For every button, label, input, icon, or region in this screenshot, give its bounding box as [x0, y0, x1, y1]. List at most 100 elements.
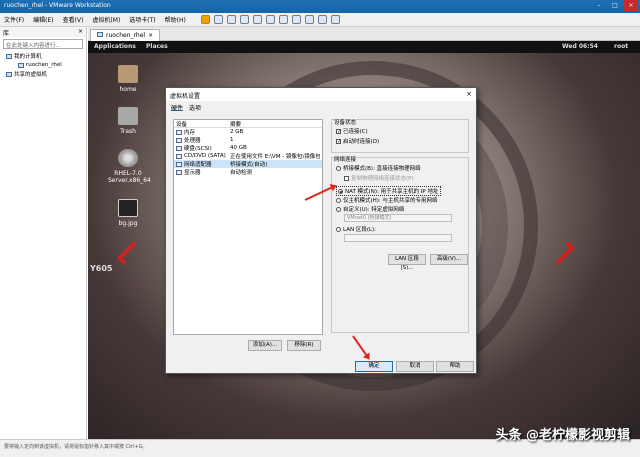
- desktop-icon-label: bg.jpg: [118, 220, 138, 227]
- device-list[interactable]: 设备 摘要 内存 2 GB 处理器 1 硬盘(SCSI) 40 GB CD/DV…: [173, 119, 323, 335]
- ok-button[interactable]: 确定: [355, 361, 393, 372]
- device-name: 网络适配器: [184, 162, 212, 168]
- computer-icon: [6, 53, 12, 59]
- menu-help[interactable]: 帮助(H): [165, 15, 186, 24]
- custom-network-select[interactable]: VMnet0 (桥接模式): [344, 214, 452, 222]
- pause-icon[interactable]: [200, 15, 210, 24]
- menu-edit[interactable]: 编辑(E): [33, 15, 53, 24]
- maximize-button[interactable]: □: [608, 0, 622, 11]
- device-summary: 1: [230, 137, 234, 143]
- tab-options[interactable]: 选项: [189, 103, 201, 112]
- device-name: 内存: [184, 130, 196, 136]
- checkbox-checked-icon: ✓: [336, 128, 342, 135]
- stretch-view-icon[interactable]: [330, 15, 340, 24]
- snapshot-manager-icon[interactable]: [252, 15, 262, 24]
- dialog-title-bar: 虚拟机设置 ×: [166, 88, 476, 101]
- replicate-label: 复制物理网络连接状态(P): [351, 176, 414, 182]
- device-row-hard-disk[interactable]: 硬盘(SCSI) 40 GB: [174, 144, 322, 152]
- bridged-radio[interactable]: 桥接模式(B): 直接连接物理网络: [336, 164, 421, 172]
- vm-tab-bar: ruochen_rhel ×: [88, 27, 640, 41]
- checkbox-icon: [344, 175, 349, 181]
- device-summary: 正在使用文件 E:\VM - 镜像包\镜像包...: [230, 154, 320, 160]
- lan-segments-button[interactable]: LAN 区段(S)...: [388, 254, 426, 271]
- tab-close-icon[interactable]: ×: [148, 32, 153, 39]
- device-summary: 桥接模式(自动): [230, 162, 268, 168]
- disc-icon: [118, 149, 138, 167]
- desktop-icon-home[interactable]: home: [108, 65, 148, 93]
- places-menu[interactable]: Places: [146, 43, 168, 50]
- desktop-icon-bg[interactable]: bg.jpg: [108, 199, 148, 227]
- radio-icon: [336, 197, 341, 203]
- advanced-button[interactable]: 高级(V)...: [430, 254, 468, 265]
- lan-segment-label: LAN 区段(L):: [343, 227, 377, 233]
- vm-settings-dialog: 虚拟机设置 × 硬件 选项 设备 摘要 内存 2 GB 处理器 1 硬盘(SCS…: [165, 87, 477, 374]
- library-search-input[interactable]: 在此处键入内容进行...: [3, 39, 83, 49]
- menu-tabs[interactable]: 选项卡(T): [129, 15, 155, 24]
- connect-on-power-label: 启动时连接(O): [343, 139, 380, 145]
- host-only-label: 仅主机模式(H): 与主机共享的专用网络: [343, 198, 438, 204]
- menu-view[interactable]: 查看(V): [63, 15, 84, 24]
- library-header: 库 ×: [0, 27, 86, 37]
- dialog-title: 虚拟机设置: [170, 93, 201, 100]
- wall-tag: Y605: [90, 264, 113, 273]
- clock[interactable]: Wed 06:54: [562, 43, 598, 50]
- device-row-network-adapter[interactable]: 网络适配器 桥接模式(自动): [174, 160, 322, 168]
- remove-device-button[interactable]: 移除(R): [287, 340, 321, 351]
- desktop-icon-label: home: [119, 86, 137, 93]
- replicate-state-checkbox[interactable]: 复制物理网络连接状态(P): [344, 174, 414, 182]
- library-close-icon[interactable]: ×: [78, 28, 83, 36]
- display-icon: [176, 169, 182, 175]
- lan-segment-radio[interactable]: LAN 区段(L):: [336, 225, 376, 233]
- connect-on-power-checkbox[interactable]: ✓ 启动时连接(O): [336, 137, 379, 145]
- vm-icon: [18, 62, 24, 68]
- show-library-icon[interactable]: [265, 15, 275, 24]
- left-chevron-decoration: [116, 240, 142, 266]
- menu-vm[interactable]: 虚拟机(M): [92, 15, 120, 24]
- tree-shared-vms[interactable]: 共享的虚拟机: [0, 69, 86, 79]
- nat-radio[interactable]: NAT 模式(N): 用于共享主机的 IP 地址: [336, 186, 441, 196]
- window-title: ruochen_rhel - VMware Workstation: [4, 2, 111, 9]
- minimize-button[interactable]: –: [592, 0, 606, 11]
- applications-menu[interactable]: Applications: [94, 43, 136, 50]
- cancel-button[interactable]: 取消: [396, 361, 434, 372]
- device-summary: 自动检测: [230, 170, 253, 176]
- cd-dvd-icon: [176, 153, 182, 159]
- unity-icon[interactable]: [304, 15, 314, 24]
- help-button[interactable]: 帮助: [436, 361, 474, 372]
- desktop-icon-label: RHEL-7.0 Server.x86_64: [108, 170, 151, 184]
- snapshot-icon[interactable]: [226, 15, 236, 24]
- lan-segment-select[interactable]: [344, 234, 452, 242]
- user-menu[interactable]: root: [614, 43, 628, 50]
- device-name: 硬盘(SCSI): [184, 146, 212, 152]
- device-name: CD/DVD (SATA): [184, 153, 226, 159]
- tab-ruochen-rhel[interactable]: ruochen_rhel ×: [90, 29, 161, 41]
- home-folder-icon: [118, 65, 138, 83]
- desktop-icon-label: Trash: [120, 128, 136, 135]
- desktop-icon-trash[interactable]: Trash: [108, 107, 148, 135]
- send-ctrl-alt-del-icon[interactable]: [213, 15, 223, 24]
- connected-checkbox[interactable]: ✓ 已连接(C): [336, 127, 368, 135]
- image-file-icon: [118, 199, 138, 217]
- device-row-memory[interactable]: 内存 2 GB: [174, 128, 322, 136]
- revert-snapshot-icon[interactable]: [239, 15, 249, 24]
- device-row-processor[interactable]: 处理器 1: [174, 136, 322, 144]
- custom-network-radio[interactable]: 自定义(U): 特定虚拟网络: [336, 205, 404, 213]
- add-device-button[interactable]: 添加(A)...: [248, 340, 282, 351]
- close-window-button[interactable]: ×: [624, 0, 638, 11]
- vm-icon: [97, 32, 103, 37]
- tab-hardware[interactable]: 硬件: [171, 103, 184, 112]
- tree-vm-item[interactable]: ruochen_rhel: [0, 61, 86, 69]
- tree-my-computer[interactable]: 我的计算机: [0, 51, 86, 61]
- memory-icon: [176, 129, 182, 135]
- dialog-close-icon[interactable]: ×: [466, 90, 472, 98]
- thumbnail-icon[interactable]: [278, 15, 288, 24]
- device-row-display[interactable]: 显示器 自动检测: [174, 168, 322, 176]
- desktop-icon-dvd[interactable]: RHEL-7.0 Server.x86_64: [108, 149, 151, 184]
- host-only-radio[interactable]: 仅主机模式(H): 与主机共享的专用网络: [336, 196, 438, 204]
- right-chevron-decoration: [550, 240, 576, 266]
- console-view-icon[interactable]: [317, 15, 327, 24]
- full-screen-icon[interactable]: [291, 15, 301, 24]
- device-row-cd-dvd[interactable]: CD/DVD (SATA) 正在使用文件 E:\VM - 镜像包\镜像包...: [174, 152, 322, 160]
- library-panel: 库 × 在此处键入内容进行... 我的计算机 ruochen_rhel 共享的虚…: [0, 27, 87, 439]
- menu-file[interactable]: 文件(F): [4, 15, 24, 24]
